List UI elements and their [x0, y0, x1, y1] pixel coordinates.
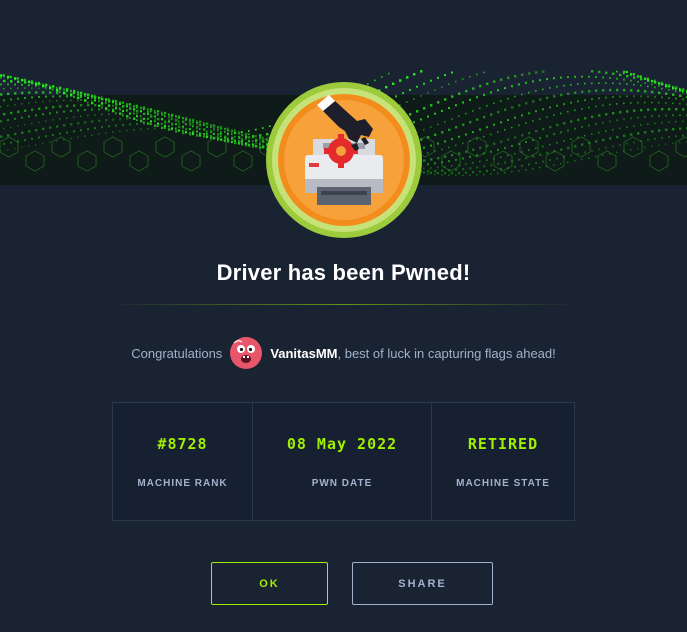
congrats-trail: , best of luck in capturing flags ahead! [337, 345, 556, 361]
machine-badge [265, 81, 423, 239]
page-title: Driver has been Pwned! [216, 260, 471, 285]
stats-panel: #8728 MACHINE RANK 08 May 2022 PWN DATE … [112, 402, 575, 521]
stat-value-rank: #8728 [157, 435, 208, 453]
stat-label-date: PWN DATE [311, 478, 373, 489]
stat-label-state: MACHINE STATE [456, 478, 550, 489]
stat-value-date: 08 May 2022 [286, 435, 398, 453]
stat-machine-state: RETIRED MACHINE STATE [432, 402, 575, 521]
title-divider [110, 304, 577, 305]
username-link[interactable]: VanitasMM [270, 346, 337, 361]
share-button[interactable]: SHARE [352, 562, 493, 605]
stat-machine-rank: #8728 MACHINE RANK [112, 402, 253, 521]
stat-value-state: RETIRED [467, 435, 539, 453]
ok-button[interactable]: OK [211, 562, 328, 605]
user-avatar[interactable] [230, 337, 263, 369]
stat-label-rank: MACHINE RANK [137, 478, 228, 489]
congrats-line: Congratulations VanitasMM , best of luck… [0, 337, 687, 369]
stat-pwn-date: 08 May 2022 PWN DATE [253, 402, 432, 521]
printer-machine-icon [266, 82, 422, 238]
avatar-face-icon [230, 337, 263, 369]
congrats-lead: Congratulations [131, 345, 223, 361]
